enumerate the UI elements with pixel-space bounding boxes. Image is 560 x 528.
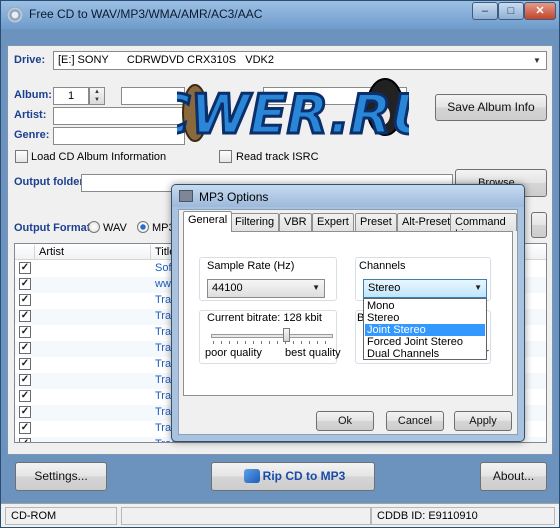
row-checkbox[interactable]: ✓ <box>19 310 31 322</box>
bitrate-slider-track[interactable] <box>211 334 333 338</box>
channel-option[interactable]: Dual Channels <box>365 348 485 360</box>
album-number-field[interactable]: 1 <box>53 87 89 105</box>
save-album-info-button[interactable]: Save Album Info <box>435 94 547 121</box>
artist-field[interactable] <box>53 107 185 125</box>
channels-dropdown-list[interactable]: Mono Stereo Joint Stereo Forced Joint Stere… <box>363 298 487 360</box>
channels-value: Stereo <box>368 282 401 294</box>
rip-icon <box>244 469 260 483</box>
sample-rate-select[interactable]: 44100 ▼ <box>207 279 325 298</box>
drive-label: Drive: <box>14 54 46 66</box>
cd-icon <box>7 7 23 23</box>
wav-radio[interactable] <box>88 221 100 233</box>
genre-field[interactable] <box>53 127 185 145</box>
about-button[interactable]: About... <box>480 462 547 491</box>
maximize-button[interactable]: □ <box>498 2 524 20</box>
bitrate-slider-ticks <box>213 341 331 344</box>
chevron-down-icon: ▼ <box>312 283 320 292</box>
tab-filtering[interactable]: Filtering <box>230 213 280 231</box>
chevron-down-icon: ▼ <box>474 283 482 292</box>
drive-value: [E:] SONY CDRWDVD CRX310S VDK2 <box>58 54 274 66</box>
row-checkbox[interactable]: ✓ <box>19 294 31 306</box>
title-bar[interactable]: Free CD to WAV/MP3/WMA/AMR/AC3/AAC – □ ✕ <box>1 1 559 29</box>
watermark-text: CWER.RU <box>177 83 409 146</box>
cancel-button[interactable]: Cancel <box>386 411 444 431</box>
column-artist[interactable]: Artist <box>35 245 151 259</box>
row-checkbox[interactable]: ✓ <box>19 326 31 338</box>
format-options-button[interactable] <box>531 212 547 238</box>
album-name-field[interactable] <box>121 87 185 105</box>
status-middle <box>121 507 371 525</box>
minimize-button[interactable]: – <box>472 2 498 20</box>
load-info-label: Load CD Album Information <box>31 151 167 163</box>
tab-vbr[interactable]: VBR <box>279 213 312 231</box>
channel-option[interactable]: Forced Joint Stereo <box>365 336 485 348</box>
status-drive: CD-ROM <box>5 507 117 525</box>
tab-expert[interactable]: Expert <box>312 213 354 231</box>
poor-quality-label: poor quality <box>205 347 262 359</box>
window-title: Free CD to WAV/MP3/WMA/AMR/AC3/AAC <box>29 7 263 21</box>
row-checkbox[interactable]: ✓ <box>19 342 31 354</box>
row-checkbox[interactable]: ✓ <box>19 390 31 402</box>
channel-option[interactable]: Mono <box>365 300 485 312</box>
wav-radio-label: WAV <box>103 222 127 234</box>
dialog-title-bar[interactable]: MP3 Options <box>172 185 524 207</box>
channels-select[interactable]: Stereo ▼ <box>363 279 487 298</box>
row-checkbox[interactable]: ✓ <box>19 262 31 274</box>
row-checkbox[interactable]: ✓ <box>19 438 31 442</box>
album-label: Album: <box>14 89 52 101</box>
row-checkbox[interactable]: ✓ <box>19 422 31 434</box>
output-folder-label: Output folder: <box>14 176 88 188</box>
sample-rate-value: 44100 <box>212 282 243 294</box>
dialog-title: MP3 Options <box>199 190 269 204</box>
mp3-radio[interactable] <box>137 221 149 233</box>
output-format-label: Output Format: <box>14 222 95 234</box>
sample-rate-label: Sample Rate (Hz) <box>207 260 295 272</box>
tab-preset[interactable]: Preset <box>355 213 397 231</box>
main-window: Free CD to WAV/MP3/WMA/AMR/AC3/AAC – □ ✕… <box>0 0 560 528</box>
row-checkbox[interactable]: ✓ <box>19 358 31 370</box>
drive-select[interactable]: [E:] SONY CDRWDVD CRX310S VDK2 ▼ <box>53 51 547 70</box>
chevron-down-icon: ▼ <box>533 56 541 65</box>
column-check[interactable] <box>15 245 35 259</box>
tab-general[interactable]: General <box>183 211 233 232</box>
bitrate-slider-thumb[interactable] <box>282 328 290 342</box>
tab-alt-preset[interactable]: Alt-Preset <box>397 213 456 231</box>
channel-option[interactable]: Joint Stereo <box>365 324 485 336</box>
channels-label: Channels <box>359 260 406 272</box>
album-spinner[interactable]: ▲ ▼ <box>89 87 105 105</box>
best-quality-label: best quality <box>285 347 341 359</box>
apply-button[interactable]: Apply <box>454 411 512 431</box>
settings-button[interactable]: Settings... <box>15 462 107 491</box>
tab-command-line[interactable]: Command Line <box>450 213 517 240</box>
row-checkbox[interactable]: ✓ <box>19 406 31 418</box>
row-checkbox[interactable]: ✓ <box>19 374 31 386</box>
bitrate-label: Current bitrate: 128 kbit <box>207 312 322 324</box>
close-button[interactable]: ✕ <box>524 2 556 20</box>
rip-button[interactable]: Rip CD to MP3 <box>211 462 375 491</box>
channel-option[interactable]: Stereo <box>365 312 485 324</box>
row-checkbox[interactable]: ✓ <box>19 278 31 290</box>
genre-label: Genre: <box>14 129 50 141</box>
window-icon <box>179 190 193 202</box>
status-cddb: CDDB ID: E9110910 <box>371 507 555 525</box>
load-info-checkbox[interactable] <box>15 150 28 163</box>
artist-label: Artist: <box>14 109 47 121</box>
ok-button[interactable]: Ok <box>316 411 374 431</box>
rip-button-label: Rip CD to MP3 <box>262 469 346 483</box>
watermark-logo: CWER.RU <box>177 78 409 148</box>
status-bar: CD-ROM CDDB ID: E9110910 <box>1 503 559 527</box>
